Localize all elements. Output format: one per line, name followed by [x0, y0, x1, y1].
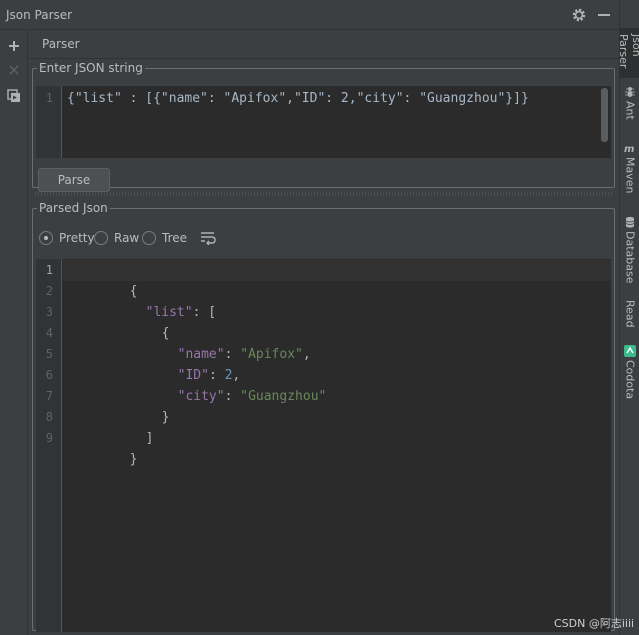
radio-pretty-circle[interactable]	[39, 231, 53, 245]
radio-raw-circle[interactable]	[94, 231, 108, 245]
close-icon[interactable]	[6, 62, 22, 78]
code-line: "ID": 2,	[115, 344, 241, 383]
radio-tree-circle[interactable]	[142, 231, 156, 245]
json-string: "Guangzhou"	[240, 389, 327, 404]
json-output-editor[interactable]: 1 2 3 4 5 6 7 8 9 { "list": [ { "name": …	[36, 259, 611, 632]
line-number: 4	[45, 326, 53, 340]
line-gutter: 1	[36, 86, 62, 158]
line-number: 7	[45, 389, 53, 403]
caret-row-highlight	[63, 260, 611, 281]
ant-icon	[625, 87, 635, 97]
brace: }	[129, 452, 138, 467]
code-line: {	[99, 302, 170, 341]
tab-read-label: Read	[623, 300, 637, 328]
line-gutter: 1 2 3 4 5 6 7 8 9	[36, 259, 62, 632]
tab-bar: Parser	[28, 31, 619, 59]
output-group-legend: Parsed Json	[39, 201, 108, 215]
database-icon	[625, 216, 635, 228]
parse-button[interactable]: Parse	[38, 168, 110, 192]
line-number: 5	[45, 347, 53, 361]
tab-database-label: Database	[623, 231, 637, 284]
code-line: }	[67, 428, 138, 467]
line-number: 6	[45, 368, 53, 382]
tab-database[interactable]: Database	[620, 216, 639, 288]
minimize-icon[interactable]	[598, 14, 610, 16]
code-line: "city": "Guangzhou"	[115, 365, 327, 404]
json-input-text[interactable]: {"list" : [{"name": "Apifox","ID": 2,"ci…	[67, 91, 529, 106]
scrollbar[interactable]	[601, 88, 608, 142]
code-line: }	[99, 386, 170, 425]
tab-parser[interactable]: Parser	[42, 37, 80, 51]
soft-wrap-icon[interactable]	[200, 231, 216, 245]
tab-ant-label: Ant	[623, 101, 637, 120]
code-line: "list": [	[83, 281, 216, 320]
codota-icon	[624, 345, 636, 357]
json-input-editor[interactable]: 1 {"list" : [{"name": "Apifox","ID": 2,"…	[36, 86, 611, 158]
tab-maven[interactable]: m Maven	[620, 142, 639, 202]
radio-pretty-label: Pretty	[59, 231, 95, 245]
tab-maven-label: Maven	[623, 157, 637, 194]
splitter-handle[interactable]	[34, 192, 613, 196]
svg-text:m: m	[624, 144, 634, 154]
tab-codota-label: Codota	[623, 360, 637, 400]
line-number: 1	[45, 263, 53, 277]
punctuation: ,	[302, 347, 311, 362]
punctuation: : [	[192, 305, 217, 320]
json-key: "city"	[177, 389, 225, 404]
window-title: Json Parser	[6, 8, 73, 22]
radio-tree[interactable]: Tree	[142, 230, 187, 246]
tab-json-parser-label: Json Parser	[617, 34, 639, 69]
left-toolbar	[0, 31, 28, 635]
watermark: CSDN @阿志iiii	[554, 617, 635, 630]
radio-pretty[interactable]: Pretty	[39, 230, 95, 246]
line-number: 1	[45, 91, 53, 105]
code-line: {	[67, 260, 138, 299]
line-number: 2	[45, 284, 53, 298]
tool-window-header: Json Parser	[0, 0, 619, 30]
code-line: ]	[83, 407, 154, 446]
bracket: ]	[145, 431, 154, 446]
input-group: Enter JSON string 1 {"list" : [{"name": …	[32, 61, 615, 192]
maven-icon: m	[624, 144, 634, 154]
line-number: 8	[45, 410, 53, 424]
brace: }	[161, 410, 170, 425]
tab-codota[interactable]: Codota	[620, 345, 639, 405]
right-toolbar: Json Parser Ant m Maven Database Read Co…	[617, 0, 639, 635]
radio-raw[interactable]: Raw	[94, 230, 139, 246]
output-group: Parsed Json Pretty Raw Tree 1 2 3 4 5 6 …	[32, 201, 615, 632]
json-string: "Apifox"	[240, 347, 303, 362]
copy-icon[interactable]	[6, 88, 22, 104]
radio-tree-label: Tree	[162, 231, 188, 245]
tab-json-parser[interactable]: Json Parser	[617, 28, 639, 78]
line-number: 9	[45, 431, 53, 445]
input-group-legend: Enter JSON string	[39, 61, 143, 75]
add-icon[interactable]	[6, 38, 22, 54]
punctuation: :	[224, 389, 241, 404]
tab-read[interactable]: Read	[620, 300, 639, 332]
gear-icon[interactable]	[571, 7, 587, 23]
parser-panel: Parser Enter JSON string 1 {"list" : [{"…	[28, 31, 619, 635]
tab-ant[interactable]: Ant	[620, 86, 639, 128]
radio-raw-label: Raw	[114, 231, 140, 245]
code-line: "name": "Apifox",	[115, 323, 311, 362]
line-number: 3	[45, 305, 53, 319]
